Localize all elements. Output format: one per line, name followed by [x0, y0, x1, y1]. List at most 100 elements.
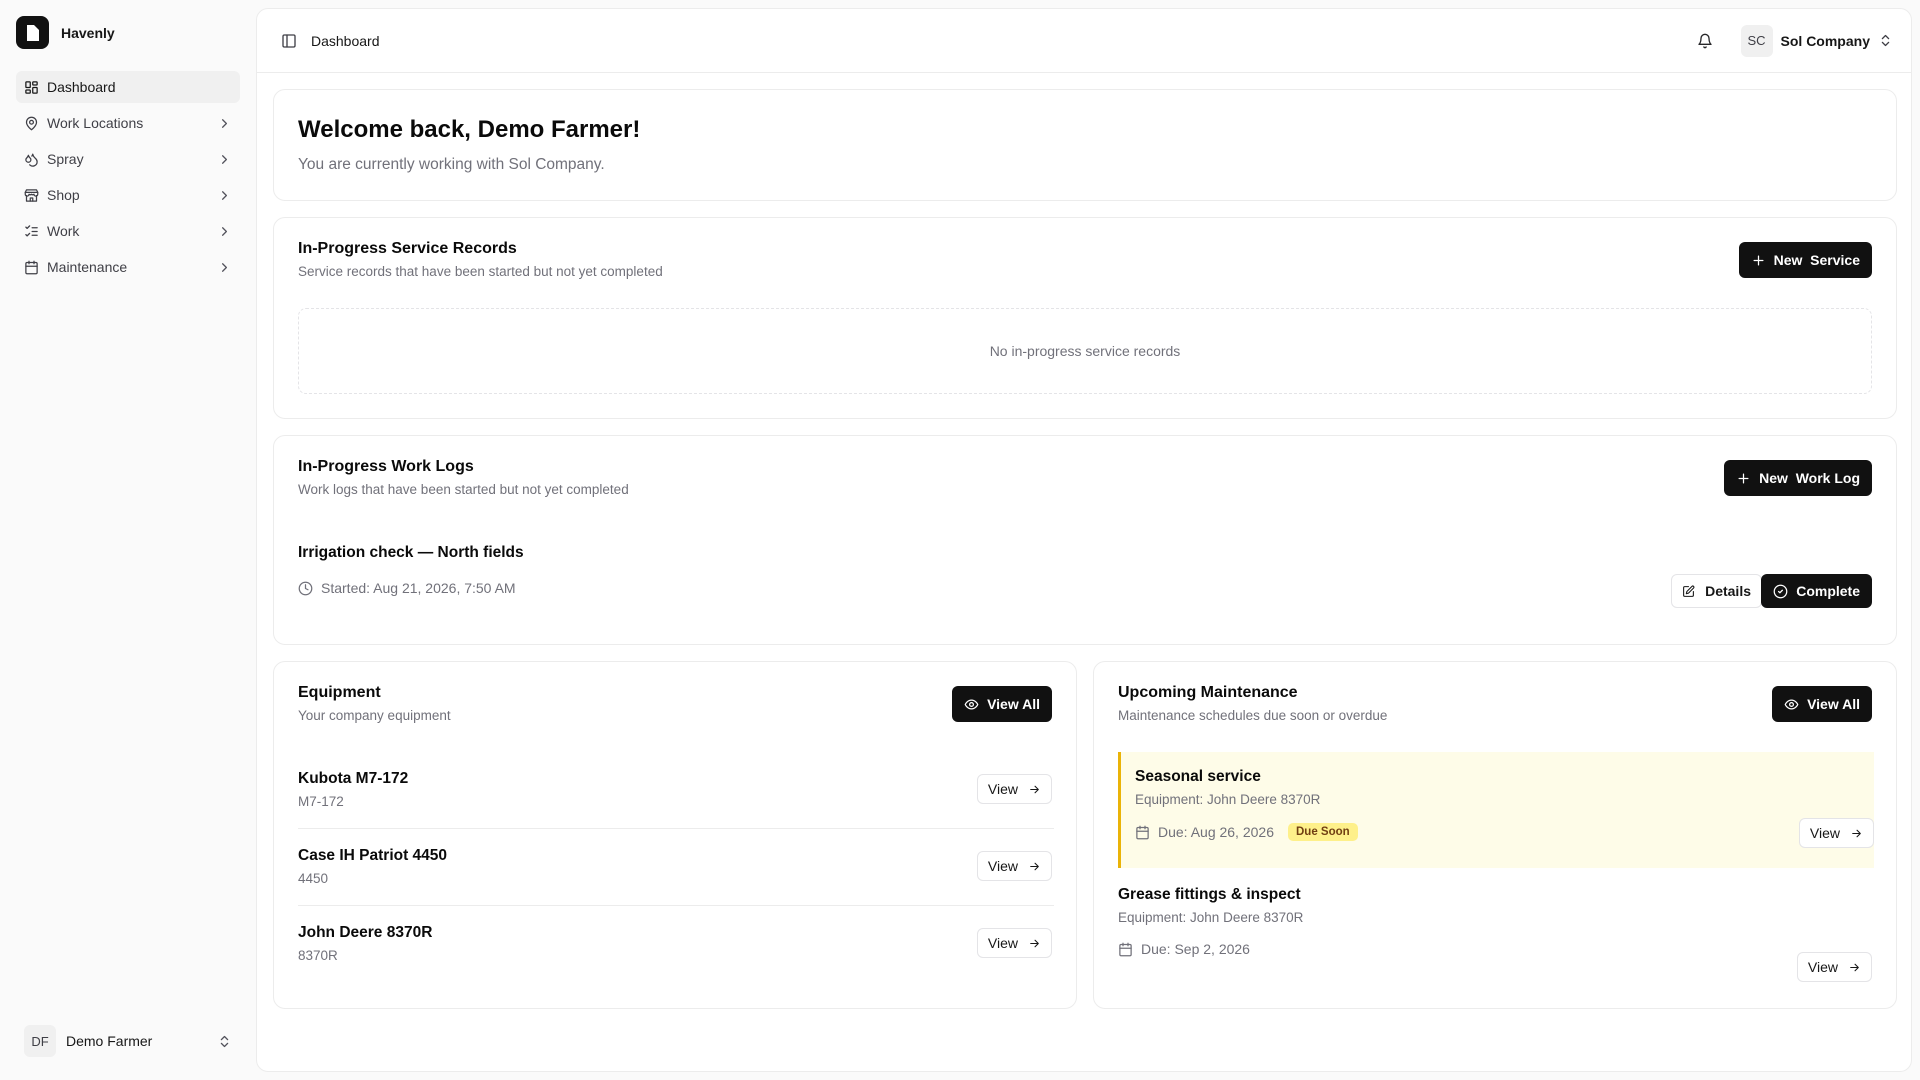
sidebar-item-shop[interactable]: Shop	[16, 179, 240, 211]
list-item: Grease fittings & inspect Equipment: Joh…	[1118, 886, 1874, 957]
sidebar-item-spray[interactable]: Spray	[16, 143, 240, 175]
chevron-right-icon	[222, 262, 227, 272]
sidebar-item-dashboard[interactable]: Dashboard	[16, 71, 240, 103]
maintenance-due: Due: Aug 26, 2026 Due Soon	[1135, 823, 1358, 841]
company-switcher[interactable]: SC Sol Company	[1740, 24, 1893, 57]
equipment-card: Equipment Your company equipment View Al…	[273, 661, 1077, 1009]
divider	[298, 905, 1054, 906]
topbar: Dashboard SC Sol Company	[257, 9, 1911, 73]
calendar-icon	[1136, 825, 1149, 839]
equipment-view-button[interactable]: View	[976, 928, 1052, 958]
circle-check-icon	[1773, 584, 1788, 598]
sidebar-item-label: Work	[47, 223, 80, 239]
edit-icon	[1683, 585, 1695, 597]
welcome-card: Welcome back, Demo Farmer! You are curre…	[273, 89, 1897, 201]
button-label: View All	[1807, 696, 1860, 712]
maintenance-due: Due: Sep 2, 2026	[1118, 941, 1874, 957]
eye-icon	[964, 699, 979, 709]
droplets-icon	[25, 153, 38, 167]
equipment-view-button[interactable]: View	[976, 774, 1052, 804]
sidebar-item-label: Work Locations	[47, 115, 144, 131]
plus-icon	[1753, 255, 1764, 265]
arrow-right-icon	[1030, 862, 1039, 870]
divider	[298, 828, 1054, 829]
work-log-title: Irrigation check — North fields	[298, 544, 524, 561]
card-description: Work logs that have been started but not…	[298, 482, 629, 497]
button-label: New Service	[1773, 252, 1860, 268]
store-icon	[24, 188, 39, 202]
list-checks-icon	[25, 224, 38, 236]
chevrons-up-down-icon	[1881, 34, 1890, 47]
chevron-right-icon	[222, 190, 227, 200]
sidebar-item-work-locations[interactable]: Work Locations	[16, 107, 240, 139]
card-title: In-Progress Work Logs	[298, 458, 474, 475]
button-label: View All	[987, 696, 1040, 712]
notifications-button[interactable]	[1689, 25, 1721, 57]
list-item: Case IH Patriot 4450 4450	[298, 847, 1054, 886]
card-title: Equipment	[298, 684, 381, 701]
equipment-model: M7-172	[298, 794, 344, 809]
work-log-started-text: Started: Aug 21, 2026, 7:50 AM	[321, 580, 516, 596]
chevron-right-icon	[222, 154, 227, 164]
maintenance-view-all-button[interactable]: View All	[1772, 686, 1872, 722]
arrow-right-icon	[1030, 785, 1039, 793]
avatar: DF	[24, 1025, 56, 1057]
panel-left-icon	[282, 33, 296, 48]
equipment-name: John Deere 8370R	[298, 924, 433, 941]
sidebar: Havenly Dashboard Work Locations Spray S…	[0, 0, 256, 1080]
details-button[interactable]: Details	[1671, 574, 1762, 608]
list-item: John Deere 8370R 8370R	[298, 924, 1054, 963]
button-label: View	[1807, 959, 1838, 975]
due-date: Due: Aug 26, 2026	[1158, 824, 1274, 840]
company-avatar: SC	[1740, 24, 1773, 57]
sidebar-toggle-button[interactable]	[275, 27, 303, 55]
sidebar-item-label: Dashboard	[47, 79, 116, 95]
eye-icon	[1784, 699, 1799, 709]
equipment-model: 4450	[298, 871, 329, 886]
bell-icon	[1697, 33, 1712, 48]
service-records-card: In-Progress Service Records Service reco…	[273, 217, 1897, 419]
brand[interactable]: Havenly	[16, 16, 115, 49]
sidebar-item-label: Shop	[47, 187, 80, 203]
maintenance-view-button[interactable]: View	[1798, 818, 1874, 848]
calendar-icon	[1119, 942, 1132, 956]
maintenance-item-highlighted: Seasonal service Equipment: John Deere 8…	[1118, 752, 1874, 868]
app-name: Havenly	[61, 24, 115, 41]
equipment-name: Case IH Patriot 4450	[298, 847, 448, 864]
maintenance-view-button[interactable]: View	[1796, 952, 1872, 982]
calendar-icon	[25, 260, 38, 274]
chevrons-up-down-icon	[220, 1035, 229, 1047]
map-pin-icon	[25, 116, 38, 130]
card-title: In-Progress Service Records	[298, 240, 517, 257]
maintenance-name: Grease fittings & inspect	[1118, 886, 1301, 903]
empty-state: No in-progress service records	[298, 308, 1872, 394]
layout-grid-icon	[25, 80, 38, 94]
button-label: New Work Log	[1759, 470, 1860, 486]
card-description: Maintenance schedules due soon or overdu…	[1118, 708, 1388, 723]
user-menu[interactable]: DF Demo Farmer	[16, 1023, 240, 1059]
card-title: Upcoming Maintenance	[1118, 684, 1298, 701]
welcome-subtitle: You are currently working with Sol Compa…	[298, 156, 605, 173]
due-date: Due: Sep 2, 2026	[1141, 941, 1250, 957]
button-label: Details	[1705, 583, 1751, 599]
maintenance-card: Upcoming Maintenance Maintenance schedul…	[1093, 661, 1897, 1009]
app-logo-icon	[16, 16, 49, 49]
sidebar-item-label: Maintenance	[47, 259, 128, 275]
equipment-view-all-button[interactable]: View All	[952, 686, 1052, 722]
equipment-name: Kubota M7-172	[298, 770, 409, 787]
complete-button[interactable]: Complete	[1761, 574, 1872, 608]
user-name: Demo Farmer	[66, 1033, 153, 1049]
sidebar-item-maintenance[interactable]: Maintenance	[16, 251, 240, 283]
work-log-started: Started: Aug 21, 2026, 7:50 AM	[298, 580, 516, 596]
sidebar-item-work[interactable]: Work	[16, 215, 240, 247]
welcome-title: Welcome back, Demo Farmer!	[298, 116, 641, 143]
new-service-button[interactable]: New Service	[1738, 242, 1872, 278]
arrow-right-icon	[1850, 963, 1859, 971]
new-work-log-button[interactable]: New Work Log	[1724, 460, 1872, 496]
clock-icon	[298, 581, 313, 595]
equipment-view-button[interactable]: View	[976, 851, 1052, 881]
arrow-right-icon	[1030, 939, 1039, 947]
equipment-model: 8370R	[298, 948, 338, 963]
button-label: View	[987, 935, 1018, 951]
status-badge: Due Soon	[1288, 823, 1358, 841]
